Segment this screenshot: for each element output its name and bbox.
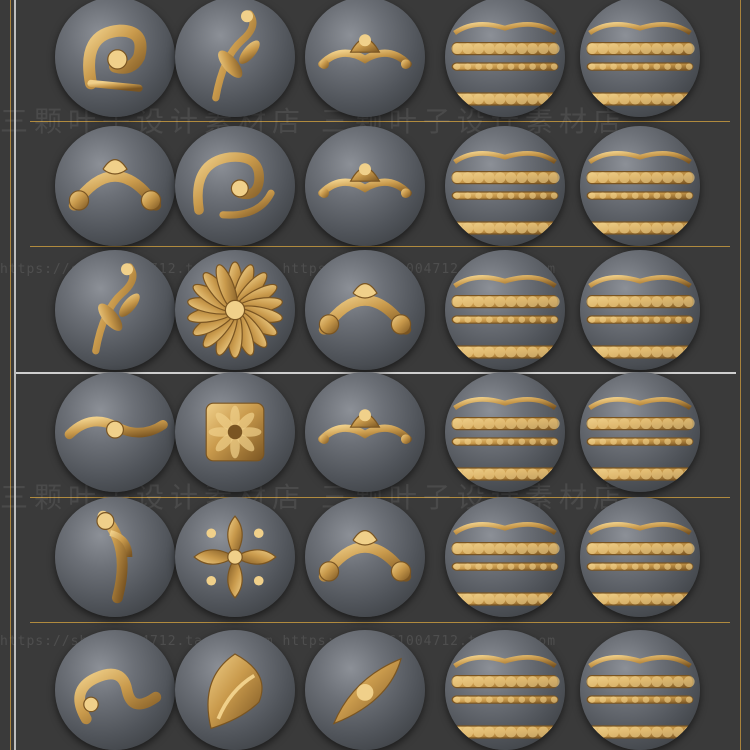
ornament-sphere	[305, 126, 425, 246]
ornament-sphere	[580, 126, 700, 246]
ornament-sphere	[55, 372, 175, 492]
ornament-sphere	[445, 372, 565, 492]
arch-garland-icon	[318, 530, 412, 582]
ornament-sphere	[580, 497, 700, 617]
band-ornament-icon	[586, 150, 695, 235]
ornament-sphere	[445, 126, 565, 246]
double-scroll-icon	[193, 152, 275, 219]
ornament-sphere	[305, 0, 425, 117]
ornament-sphere	[55, 250, 175, 370]
band-ornament-icon	[451, 654, 560, 739]
acanthus-leaf-icon	[207, 653, 263, 730]
crest-arch-icon	[318, 283, 412, 335]
band-ornament-icon	[586, 21, 695, 106]
ornament-sphere	[305, 372, 425, 492]
ornament-sphere	[55, 126, 175, 246]
frame-left-inner	[14, 0, 16, 750]
ornament-sphere	[175, 0, 295, 117]
ornament-sphere	[305, 497, 425, 617]
ornament-sphere	[580, 250, 700, 370]
arch-scroll-icon	[68, 159, 162, 211]
band-ornament-icon	[451, 150, 560, 235]
scroll-corner-icon	[83, 24, 147, 92]
ornament-sphere	[445, 250, 565, 370]
row-divider	[30, 622, 730, 623]
frame-left-line	[10, 0, 11, 750]
ornament-sphere	[445, 630, 565, 750]
ornament-sphere	[55, 497, 175, 617]
ornament-sphere	[55, 0, 175, 117]
ornament-sphere	[580, 630, 700, 750]
ornament-sphere	[175, 372, 295, 492]
rosette-ornament-icon	[187, 261, 283, 359]
crest-ornament-icon	[318, 34, 412, 69]
ornament-sphere	[445, 497, 565, 617]
ornament-sphere	[175, 497, 295, 617]
crown-ornament-icon	[318, 409, 412, 444]
s-scroll-icon	[74, 668, 162, 725]
ornament-sphere	[305, 630, 425, 750]
band-ornament-icon	[586, 396, 695, 481]
ornament-sphere	[305, 250, 425, 370]
band-ornament-icon	[451, 274, 560, 359]
ornament-sphere	[175, 250, 295, 370]
ornament-sphere	[445, 0, 565, 117]
corner-drop-icon	[96, 510, 133, 604]
row-divider	[30, 246, 730, 247]
square-rosette-icon	[205, 402, 265, 462]
ornament-sphere	[175, 126, 295, 246]
vine-scroll-icon	[92, 263, 140, 355]
band-ornament-icon	[451, 521, 560, 606]
side-scroll-icon	[64, 416, 168, 440]
band-ornament-icon	[451, 21, 560, 106]
leaf-scroll-icon	[212, 10, 260, 102]
corner-fan-icon	[332, 657, 402, 725]
cross-ornament-icon	[193, 515, 277, 599]
ornament-sphere	[580, 372, 700, 492]
garland-ornament-icon	[318, 163, 412, 198]
row-divider	[30, 121, 730, 122]
ornament-sphere	[175, 630, 295, 750]
frame-right-line	[740, 0, 741, 750]
ornament-sphere	[55, 630, 175, 750]
band-ornament-icon	[586, 654, 695, 739]
band-ornament-icon	[586, 274, 695, 359]
ornament-sheet: 三颗叶子设计素材店 三颗叶子设计素材店 https://shop61004712…	[0, 0, 750, 750]
ornament-sphere	[580, 0, 700, 117]
band-ornament-icon	[451, 396, 560, 481]
band-ornament-icon	[586, 521, 695, 606]
